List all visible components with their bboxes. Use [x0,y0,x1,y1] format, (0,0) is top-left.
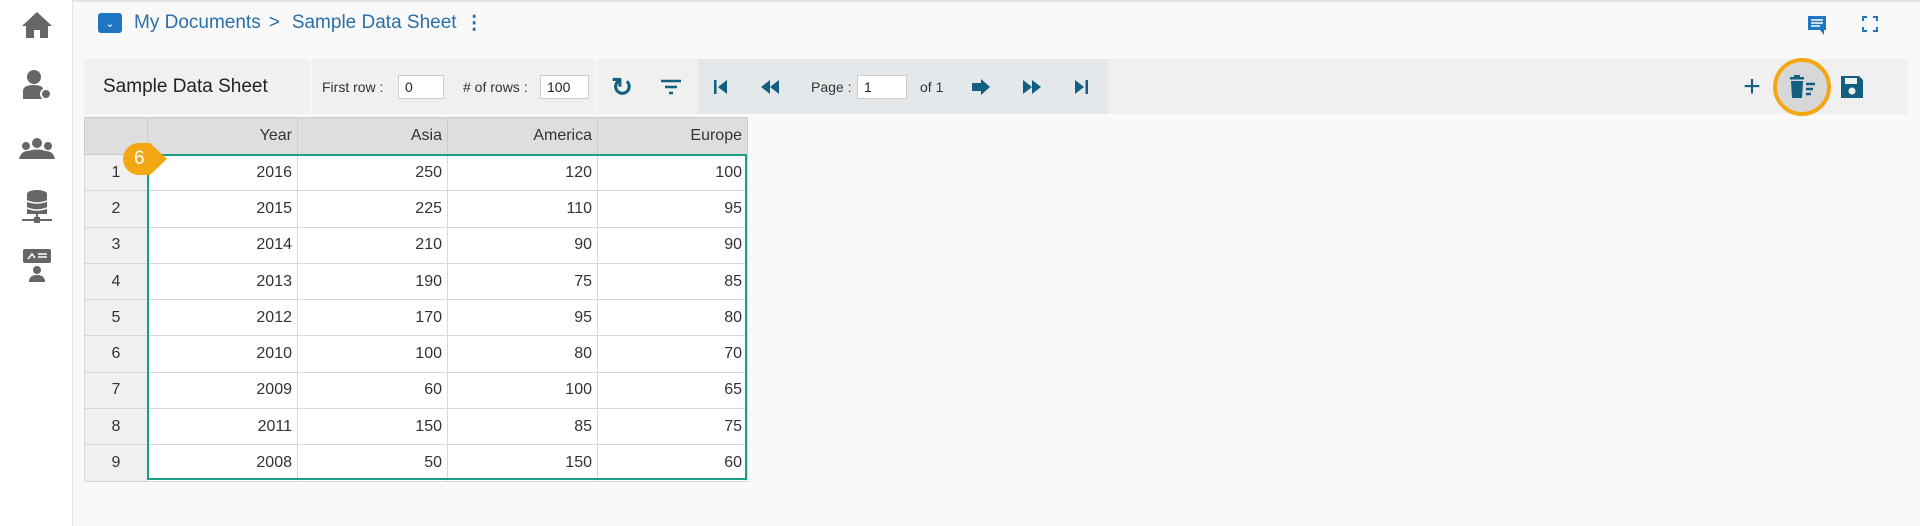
page-input[interactable]: 1 [857,75,907,99]
table-cell[interactable]: 2011 [147,408,298,446]
table-cell[interactable]: 100 [297,335,448,373]
users-group-icon[interactable] [18,130,56,168]
row-number[interactable]: 7 [84,371,148,410]
row-number[interactable]: 2 [84,190,148,228]
table-cell[interactable]: 80 [597,299,748,337]
first-page-icon[interactable] [706,72,736,102]
table-cell[interactable]: 2008 [147,444,298,482]
table-cell[interactable]: 250 [297,153,448,192]
comment-icon[interactable] [1806,14,1828,41]
filter-icon[interactable] [656,72,686,102]
previous-page-icon[interactable] [755,72,785,102]
row-number[interactable]: 9 [84,444,148,482]
table-cell[interactable]: 2009 [147,371,298,410]
table-cell[interactable]: 90 [447,226,598,264]
breadcrumb: ⌄ My Documents > Sample Data Sheet ⋮ [98,10,484,36]
table-cell[interactable]: 50 [297,444,448,482]
rows-label: # of rows : [463,79,528,95]
breadcrumb-current: Sample Data Sheet [291,12,457,33]
delete-columns-icon[interactable] [1787,72,1817,102]
step-number: 6 [134,148,145,169]
table-cell[interactable]: 60 [297,371,448,410]
top-shadow [0,0,1920,3]
fast-forward-icon[interactable] [1017,72,1047,102]
column-header[interactable]: Europe [597,117,748,155]
column-header[interactable]: Year [147,117,298,155]
table-row: 8 2011 150 85 75 [84,408,748,446]
step-badge: 6 [122,142,168,176]
table-cell[interactable]: 80 [447,335,598,373]
table-cell[interactable]: 85 [447,408,598,446]
table-cell[interactable]: 2013 [147,262,298,301]
fullscreen-icon[interactable] [1862,16,1878,37]
presentation-user-icon[interactable] [18,246,56,284]
first-row-label: First row : [322,79,384,95]
next-page-icon[interactable] [966,72,996,102]
table-row: 9 2008 50 150 60 [84,444,748,482]
table-cell[interactable]: 110 [447,190,598,228]
table-header-row: Year Asia America Europe [84,117,748,155]
table-cell[interactable]: 210 [297,226,448,264]
first-row-input[interactable]: 0 [398,75,444,99]
table-cell[interactable]: 2012 [147,299,298,337]
column-header[interactable]: Asia [297,117,448,155]
divider [596,59,597,114]
table-cell[interactable]: 225 [297,190,448,228]
table-cell[interactable]: 170 [297,299,448,337]
database-network-icon[interactable] [18,188,56,226]
table-cell[interactable]: 100 [597,153,748,192]
table-cell[interactable]: 190 [297,262,448,301]
save-icon[interactable] [1837,72,1867,102]
row-number[interactable]: 3 [84,226,148,264]
more-options-icon[interactable]: ⋮ [465,12,484,35]
table-cell[interactable]: 75 [597,408,748,446]
user-settings-icon[interactable] [18,66,56,104]
table-cell[interactable]: 2016 [147,153,298,192]
pagination: Page : 1 of 1 [698,59,1108,114]
last-page-icon[interactable] [1066,72,1096,102]
table-cell[interactable]: 150 [447,444,598,482]
row-number[interactable]: 6 [84,335,148,373]
sheet-title: Sample Data Sheet [103,76,268,97]
page-label: Page : [811,79,852,95]
column-header[interactable]: America [447,117,598,155]
table-row: 3 2014 210 90 90 [84,226,748,264]
table-row: 1 2016 250 120 100 [84,153,748,192]
data-table: Year Asia America Europe 1 2016 250 120 100 2… [84,117,748,482]
table-cell[interactable]: 75 [447,262,598,301]
divider [310,59,311,114]
table-cell[interactable]: 120 [447,153,598,192]
table-row: 7 2009 60 100 65 [84,371,748,410]
table-cell[interactable]: 85 [597,262,748,301]
sheet-toolbar: Sample Data Sheet First row : 0 # of row… [84,59,1908,114]
row-number[interactable]: 4 [84,262,148,301]
table-cell[interactable]: 60 [597,444,748,482]
table-row: 4 2013 190 75 85 [84,262,748,301]
table-cell[interactable]: 65 [597,371,748,410]
add-icon[interactable]: + [1737,70,1767,103]
row-number[interactable]: 5 [84,299,148,337]
table-cell[interactable]: 90 [597,226,748,264]
table-row: 2 2015 225 110 95 [84,190,748,228]
page-count: of 1 [920,79,944,95]
table-cell[interactable]: 70 [597,335,748,373]
table-cell[interactable]: 95 [597,190,748,228]
table-cell[interactable]: 2010 [147,335,298,373]
table-cell[interactable]: 2015 [147,190,298,228]
table-row: 5 2012 170 95 80 [84,299,748,337]
row-number[interactable]: 8 [84,408,148,446]
breadcrumb-separator: > [268,12,280,33]
table-cell[interactable]: 150 [297,408,448,446]
rows-input[interactable]: 100 [540,75,589,99]
table-row: 6 2010 100 80 70 [84,335,748,373]
refresh-icon[interactable]: ↻ [607,72,637,102]
table-cell[interactable]: 95 [447,299,598,337]
table-cell[interactable]: 100 [447,371,598,410]
table-cell[interactable]: 2014 [147,226,298,264]
home-icon[interactable] [18,6,56,44]
sidebar [0,0,73,526]
folder-icon[interactable]: ⌄ [98,13,122,33]
breadcrumb-root[interactable]: My Documents [134,12,261,34]
